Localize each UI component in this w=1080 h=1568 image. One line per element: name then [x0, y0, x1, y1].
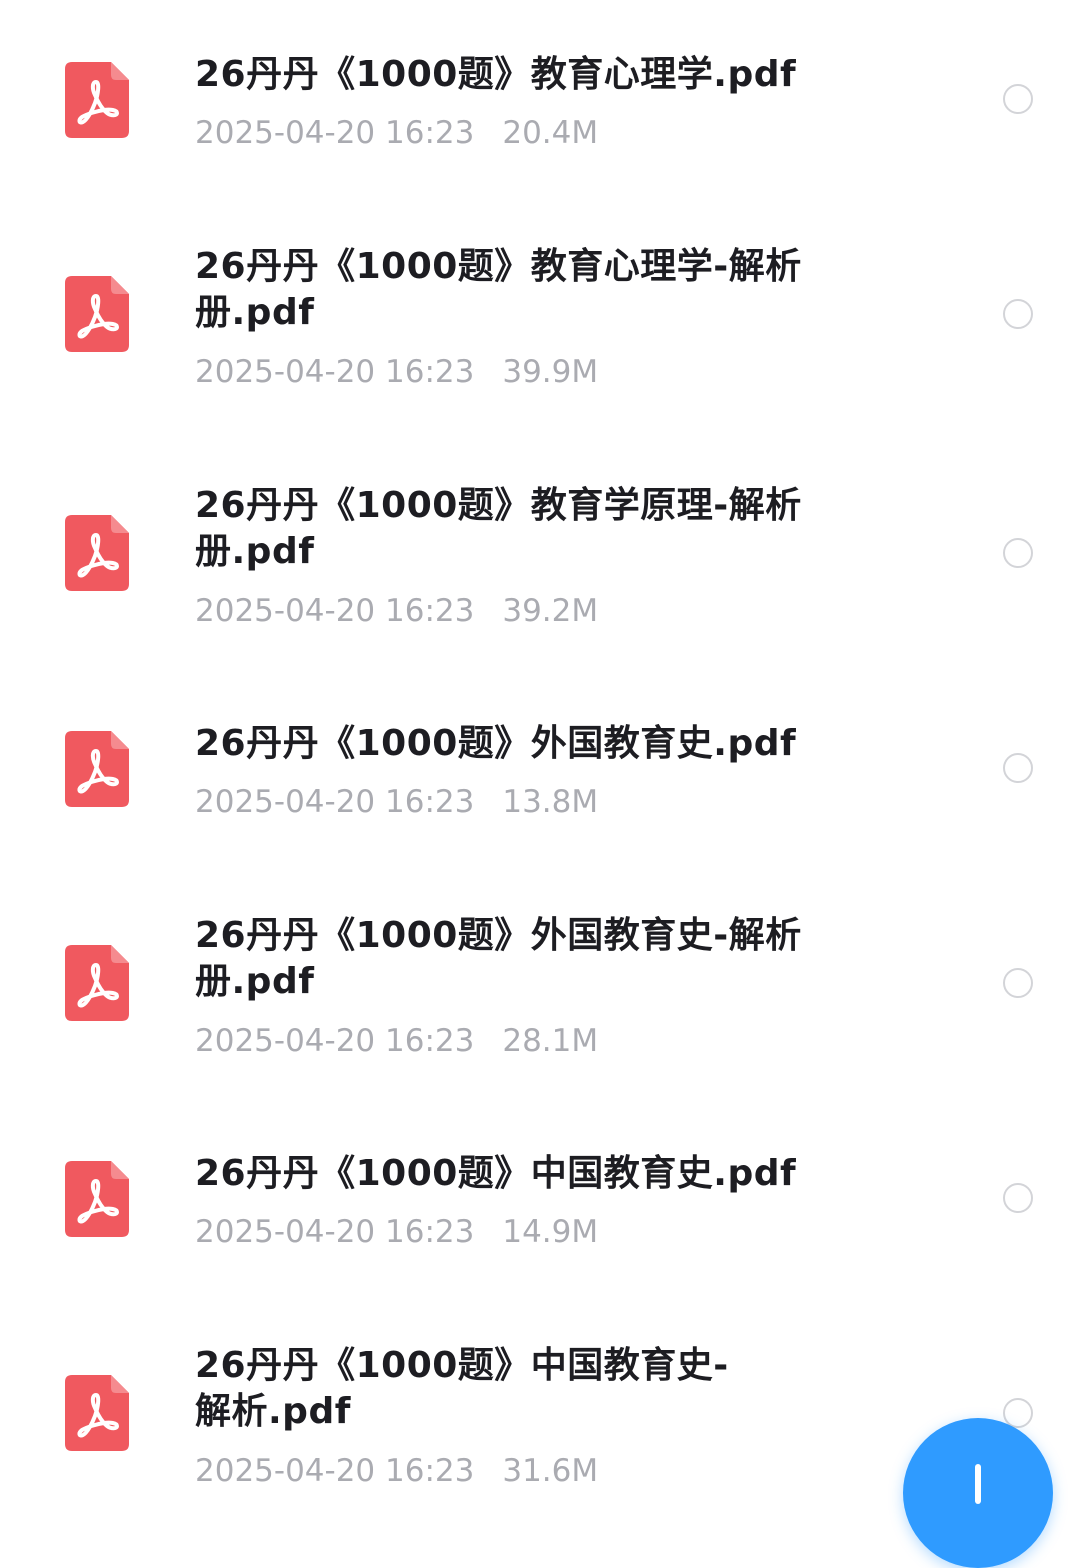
file-size: 28.1M [502, 1023, 599, 1059]
file-date: 2025-04-20 16:23 [195, 1214, 475, 1250]
file-name: 26丹丹《1000题》教育心理学.pdf [195, 54, 797, 95]
pdf-file-icon [65, 1161, 129, 1237]
file-name: 26丹丹《1000题》外国教育史.pdf [195, 723, 797, 764]
file-size: 31.6M [502, 1453, 599, 1489]
file-name: 26丹丹《1000题》外国教育史-解析册.pdf [195, 915, 802, 1002]
file-row[interactable]: 26丹丹《1000题》教育心理学-解析册.pdf 2025-04-20 16:2… [0, 215, 1080, 455]
file-meta: 2025-04-20 16:23 28.1M [195, 1021, 598, 1061]
file-meta: 2025-04-20 16:23 31.6M [195, 1451, 598, 1491]
plus-icon [975, 1464, 981, 1504]
file-meta: 2025-04-20 16:23 13.8M [195, 782, 598, 822]
file-name: 26丹丹《1000题》教育学原理-解析册.pdf [195, 485, 802, 572]
pdf-file-icon [65, 276, 129, 352]
file-date: 2025-04-20 16:23 [195, 1453, 475, 1489]
pdf-file-icon [65, 1375, 129, 1451]
file-row[interactable]: 26丹丹《1000题》外国教育史-解析册.pdf 2025-04-20 16:2… [0, 885, 1080, 1125]
file-row[interactable]: 26丹丹《1000题》外国教育史.pdf 2025-04-20 16:23 13.… [0, 695, 1080, 885]
file-list: 26丹丹《1000题》教育心理学.pdf 2025-04-20 16:23 20.… [0, 0, 1080, 1489]
file-row[interactable]: 26丹丹《1000题》教育学原理-解析册.pdf 2025-04-20 16:2… [0, 455, 1080, 695]
file-row[interactable]: 26丹丹《1000题》中国教育史.pdf 2025-04-20 16:23 14.… [0, 1125, 1080, 1315]
file-name: 26丹丹《1000题》中国教育史.pdf [195, 1153, 797, 1194]
file-size: 39.9M [502, 354, 599, 390]
file-meta: 2025-04-20 16:23 20.4M [195, 113, 598, 153]
file-size: 13.8M [502, 784, 599, 820]
file-size: 39.2M [502, 593, 599, 629]
file-size: 20.4M [502, 115, 599, 151]
add-button[interactable] [903, 1418, 1053, 1568]
file-date: 2025-04-20 16:23 [195, 115, 475, 151]
file-meta: 2025-04-20 16:23 39.9M [195, 352, 598, 392]
file-size: 14.9M [502, 1214, 599, 1250]
select-radio-icon[interactable] [1003, 753, 1033, 783]
file-row[interactable]: 26丹丹《1000题》教育心理学.pdf 2025-04-20 16:23 20.… [0, 0, 1080, 215]
file-name: 26丹丹《1000题》教育心理学-解析册.pdf [195, 246, 802, 333]
file-meta: 2025-04-20 16:23 14.9M [195, 1212, 598, 1252]
select-radio-icon[interactable] [1003, 299, 1033, 329]
file-date: 2025-04-20 16:23 [195, 354, 475, 390]
file-name: 26丹丹《1000题》中国教育史-解析.pdf [195, 1345, 729, 1432]
file-meta: 2025-04-20 16:23 39.2M [195, 591, 598, 631]
file-date: 2025-04-20 16:23 [195, 593, 475, 629]
pdf-file-icon [65, 62, 129, 138]
file-date: 2025-04-20 16:23 [195, 784, 475, 820]
select-radio-icon[interactable] [1003, 1183, 1033, 1213]
pdf-file-icon [65, 515, 129, 591]
select-radio-icon[interactable] [1003, 968, 1033, 998]
pdf-file-icon [65, 731, 129, 807]
select-radio-icon[interactable] [1003, 84, 1033, 114]
pdf-file-icon [65, 945, 129, 1021]
select-radio-icon[interactable] [1003, 538, 1033, 568]
file-date: 2025-04-20 16:23 [195, 1023, 475, 1059]
